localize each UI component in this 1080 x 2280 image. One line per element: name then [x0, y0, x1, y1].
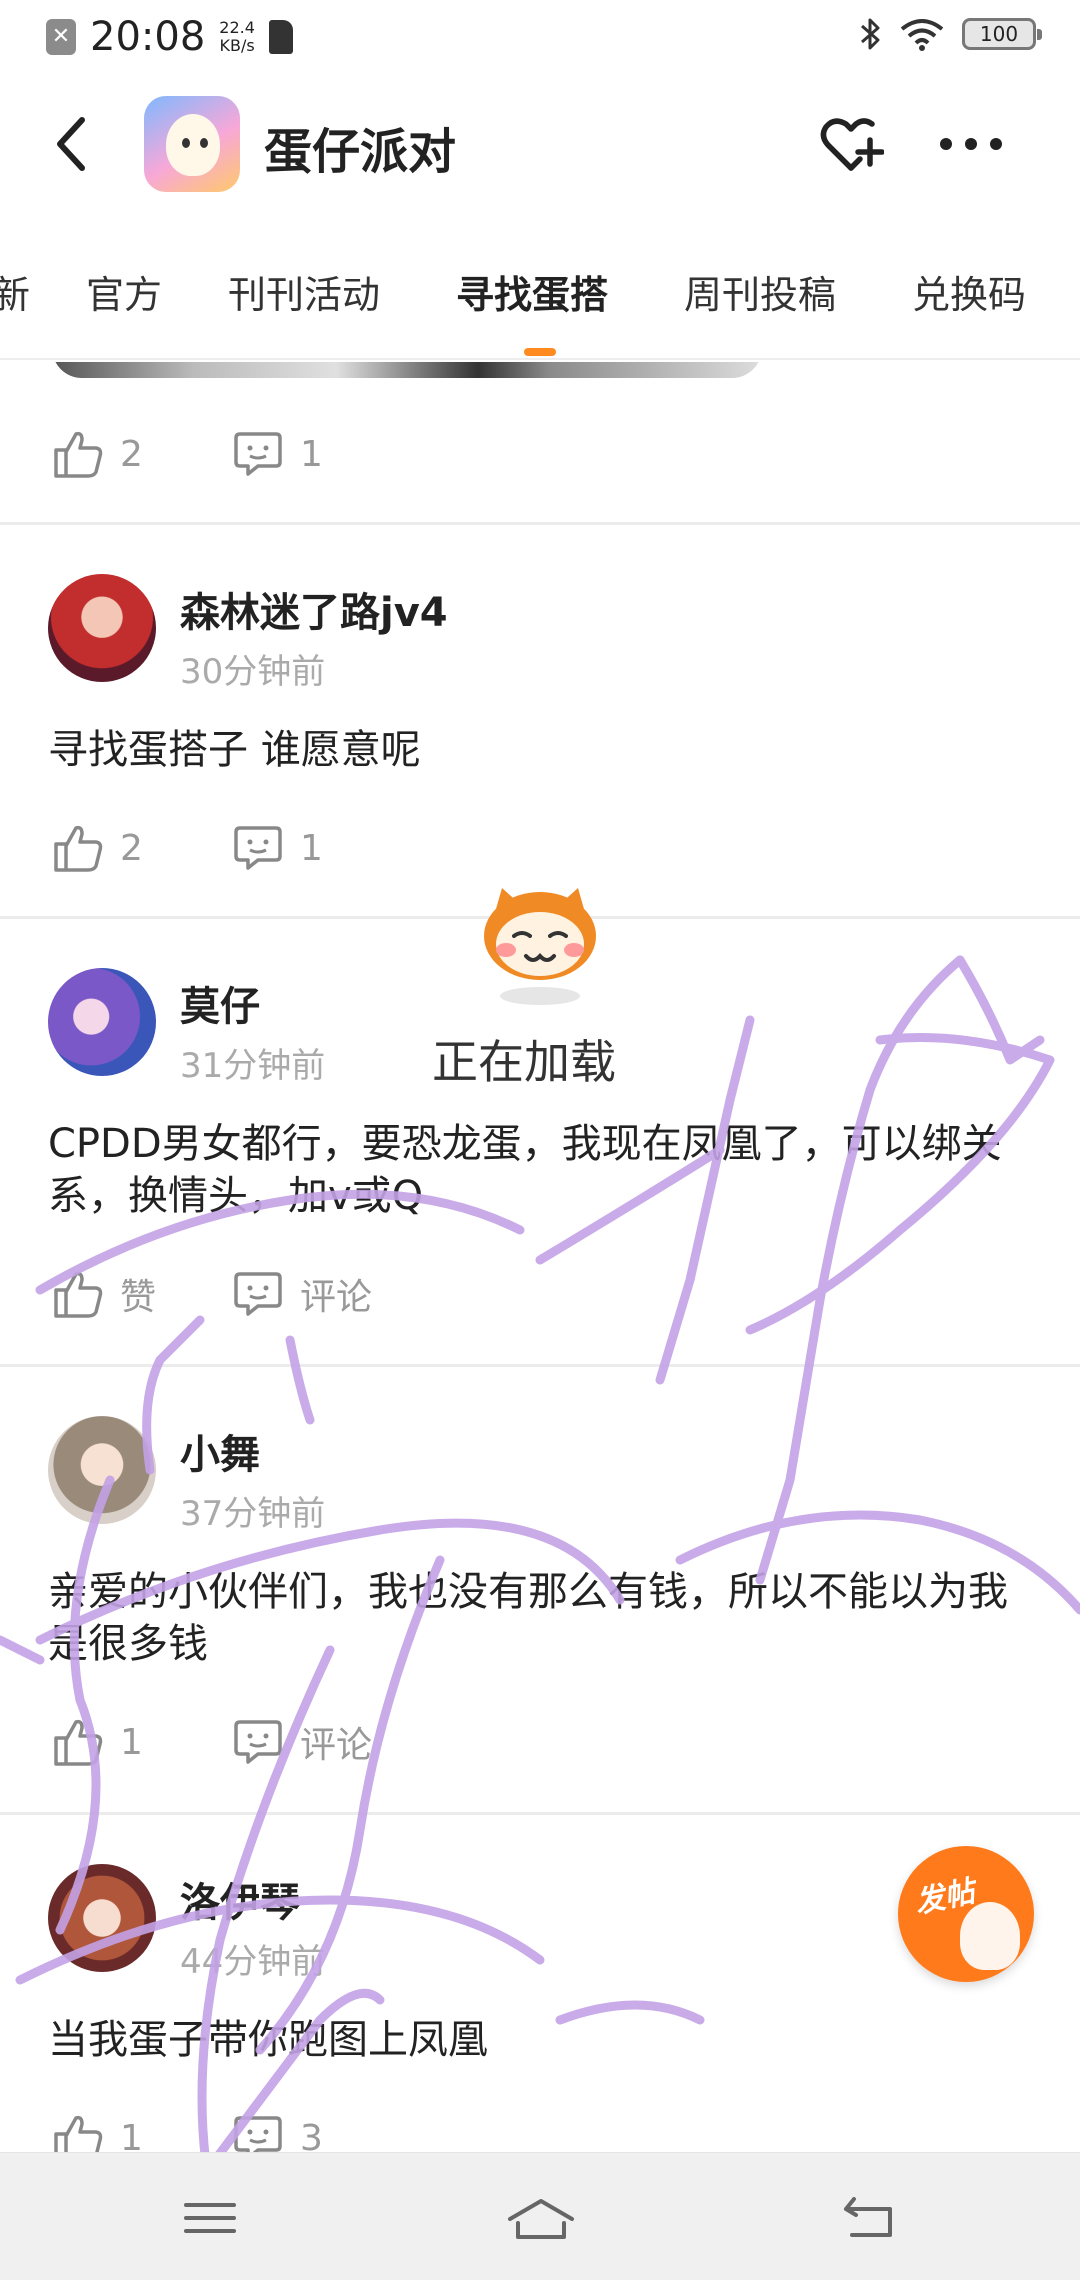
- post-author[interactable]: 莫仔: [180, 974, 260, 1032]
- app-icon[interactable]: [144, 96, 240, 192]
- comment-count: 3: [300, 2117, 323, 2153]
- avatar[interactable]: [48, 1864, 156, 1972]
- heart-plus-icon[interactable]: [818, 112, 884, 178]
- post-image[interactable]: [52, 362, 762, 378]
- post-divider: [0, 522, 1080, 525]
- category-tabs: 新 官方 刊刊活动 寻找蛋搭 周刊投稿 兑换码: [0, 248, 1080, 360]
- tab-new[interactable]: 新: [0, 264, 30, 319]
- tab-activities[interactable]: 刊刊活动: [228, 264, 380, 319]
- more-dots-icon[interactable]: [940, 134, 1002, 154]
- comment-icon: [234, 1272, 282, 1316]
- post-actions: 2 1: [52, 428, 323, 480]
- like-count: 2: [120, 827, 143, 869]
- network-speed-value: 22.4: [219, 18, 255, 37]
- system-nav-bar: [0, 2152, 1080, 2280]
- tab-weekly-submission[interactable]: 周刊投稿: [684, 264, 836, 319]
- notification-close-icon: ✕: [46, 19, 76, 55]
- like-label: 赞: [120, 1277, 157, 1318]
- comment-icon: [234, 826, 282, 870]
- thumbs-up-icon: [54, 825, 103, 872]
- post-content[interactable]: CPDD男女都行，要恐龙蛋，我现在凤凰了，可以绑关系，换情头，加v或Q: [48, 1118, 1038, 1222]
- comment-label: 评论: [300, 1277, 373, 1318]
- tab-find-partner[interactable]: 寻找蛋搭: [456, 264, 608, 319]
- battery-indicator: 100: [962, 18, 1042, 50]
- like-button[interactable]: 2: [52, 822, 232, 874]
- comment-button[interactable]: 评论: [232, 1268, 372, 1320]
- home-icon[interactable]: [506, 2193, 576, 2243]
- like-button[interactable]: 1: [52, 1716, 232, 1768]
- like-button[interactable]: 赞: [52, 1268, 232, 1320]
- sim-card-icon: [268, 20, 293, 54]
- comment-icon: [234, 432, 282, 476]
- like-button[interactable]: 1: [52, 2112, 232, 2152]
- like-button[interactable]: 2: [52, 428, 232, 480]
- tab-redeem-code[interactable]: 兑换码: [912, 264, 1026, 319]
- app-header: 蛋仔派对: [0, 72, 1080, 218]
- chevron-left-icon[interactable]: [48, 114, 96, 174]
- post-time: 37分钟前: [180, 1494, 326, 1534]
- thumbs-up-icon: [54, 1719, 103, 1766]
- avatar[interactable]: [48, 968, 156, 1076]
- comment-button[interactable]: 1: [232, 822, 323, 874]
- post-divider: [0, 1364, 1080, 1367]
- post-content[interactable]: 寻找蛋搭子 谁愿意呢: [48, 724, 1038, 776]
- post-time: 44分钟前: [180, 1942, 326, 1982]
- comment-button[interactable]: 1: [232, 428, 323, 480]
- menu-icon[interactable]: [180, 2193, 240, 2243]
- avatar[interactable]: [48, 1416, 156, 1524]
- post-author[interactable]: 小舞: [180, 1422, 260, 1480]
- thumbs-up-icon: [54, 1271, 103, 1318]
- comment-button[interactable]: 评论: [232, 1716, 372, 1768]
- comment-icon: [234, 1720, 282, 1764]
- network-speed-unit: KB/s: [219, 36, 255, 55]
- bluetooth-icon: [861, 18, 880, 50]
- wifi-icon: [900, 19, 944, 51]
- tab-official[interactable]: 官方: [86, 264, 162, 319]
- post-time: 30分钟前: [180, 652, 326, 692]
- like-count: 2: [120, 433, 143, 475]
- status-time: 20:08: [90, 14, 206, 60]
- post-actions: 2 1: [52, 822, 323, 874]
- post-author[interactable]: 森林迷了路jv4: [180, 580, 448, 638]
- loading-text: 正在加载: [432, 1035, 616, 1089]
- comment-button[interactable]: 3: [232, 2112, 323, 2152]
- active-tab-indicator: [524, 348, 556, 356]
- like-count: 1: [120, 1721, 143, 1763]
- back-nav-icon[interactable]: [840, 2193, 900, 2243]
- post-author[interactable]: 洛伊琴: [180, 1870, 300, 1928]
- like-count: 1: [120, 2117, 143, 2153]
- post-actions: 赞 评论: [52, 1268, 372, 1320]
- create-post-button[interactable]: 发帖: [898, 1846, 1034, 1982]
- status-bar: ✕ 20:08 22.4 KB/s 100: [0, 0, 1080, 72]
- avatar[interactable]: [48, 574, 156, 682]
- thumbs-up-icon: [54, 431, 103, 478]
- page-title: 蛋仔派对: [264, 124, 457, 180]
- comment-count: 1: [300, 827, 323, 869]
- post-divider: [0, 1812, 1080, 1815]
- post-actions: 1 3: [52, 2112, 323, 2152]
- comment-count: 1: [300, 433, 323, 475]
- network-speed: 22.4 KB/s: [219, 19, 255, 55]
- mascot-icon: [960, 1902, 1020, 1970]
- comment-icon: [234, 2116, 282, 2152]
- post-actions: 1 评论: [52, 1716, 372, 1768]
- comment-label: 评论: [300, 1725, 373, 1766]
- post-content[interactable]: 亲爱的小伙伴们，我也没有那么有钱，所以不能以为我是很多钱: [48, 1566, 1038, 1670]
- thumbs-up-icon: [54, 2115, 103, 2152]
- post-content[interactable]: 当我蛋子带你跑图上凤凰: [48, 2014, 1038, 2066]
- post-time: 31分钟前: [180, 1046, 326, 1086]
- loading-mascot-icon: [484, 888, 596, 1005]
